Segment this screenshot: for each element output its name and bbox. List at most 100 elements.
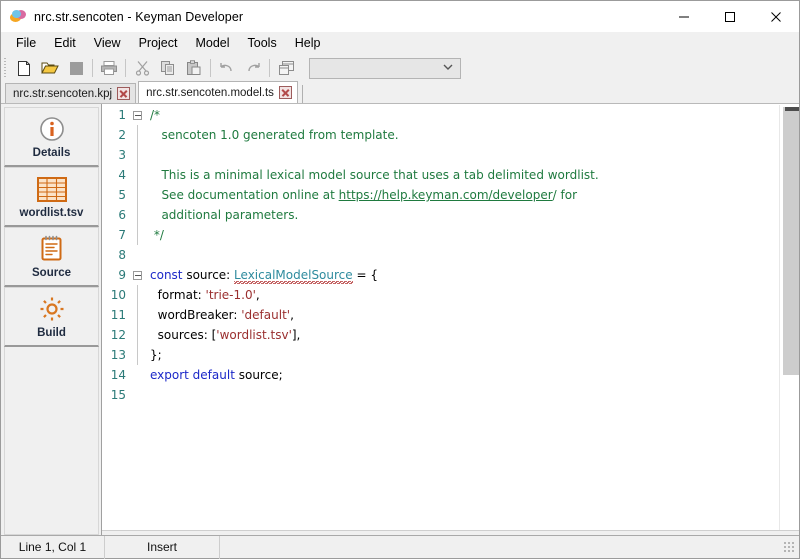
- code-line[interactable]: 4 This is a minimal lexical model source…: [102, 165, 779, 185]
- line-number: 2: [118, 128, 126, 142]
- code-token: /*: [150, 108, 161, 122]
- line-number: 13: [110, 348, 126, 362]
- keyman-developer-window: nrc.str.sencoten - Keyman Developer File…: [0, 0, 800, 559]
- cut-button[interactable]: [129, 56, 155, 80]
- sidebar-item-details[interactable]: Details: [4, 107, 99, 167]
- code-line[interactable]: 10 format: 'trie-1.0',: [102, 285, 779, 305]
- tab-label: nrc.str.sencoten.model.ts: [146, 86, 274, 99]
- close-tab-icon[interactable]: [117, 87, 131, 100]
- code-token: See documentation online at: [150, 188, 339, 202]
- fold-guide-line: [128, 145, 146, 165]
- code-text-area[interactable]: 1 /* 2 sencoten 1.0 generated from templat…: [102, 105, 779, 530]
- code-line[interactable]: 12 sources: ['wordlist.tsv'],: [102, 325, 779, 345]
- code-line[interactable]: 9 const source: LexicalModelSource = {: [102, 265, 779, 285]
- chevron-down-icon: [442, 63, 454, 74]
- new-file-button[interactable]: [11, 56, 37, 80]
- line-number: 11: [110, 308, 126, 322]
- fold-guide-line: [128, 325, 146, 345]
- tab-bar-edge: [301, 85, 303, 103]
- menu-edit[interactable]: Edit: [45, 33, 85, 53]
- code-line-text: sources: ['wordlist.tsv'],: [146, 328, 779, 342]
- code-line-text: /*: [146, 108, 779, 122]
- line-number: 14: [110, 368, 126, 382]
- menu-tools[interactable]: Tools: [239, 33, 286, 53]
- fold-collapse-icon[interactable]: [128, 110, 146, 120]
- code-line[interactable]: 15: [102, 385, 779, 405]
- title-bar: nrc.str.sencoten - Keyman Developer: [1, 1, 799, 32]
- toolbar-combo-box[interactable]: [309, 57, 461, 79]
- line-number: 6: [118, 208, 126, 222]
- sidebar-item-build[interactable]: Build: [4, 287, 99, 347]
- code-line[interactable]: 14 export default source;: [102, 365, 779, 385]
- scrollbar-top-cap: [785, 107, 799, 111]
- tab-project-kpj[interactable]: nrc.str.sencoten.kpj: [5, 83, 137, 103]
- code-token: / for: [552, 188, 578, 202]
- status-bar: Line 1, Col 1 Insert: [1, 535, 799, 559]
- editor-row: 1 /* 2 sencoten 1.0 generated from templat…: [102, 105, 799, 530]
- minimize-button[interactable]: [661, 1, 707, 32]
- code-line[interactable]: 6 additional parameters.: [102, 205, 779, 225]
- toolbar-separator-4: [269, 59, 270, 77]
- status-insert-mode: Insert: [105, 535, 220, 559]
- code-line-text: See documentation online at https://help…: [146, 188, 779, 202]
- save-disk-button[interactable]: [63, 56, 89, 80]
- toolbar-grip[interactable]: [3, 58, 8, 78]
- table-grid-icon: [36, 174, 67, 204]
- resize-grip[interactable]: [782, 540, 796, 554]
- sidebar-item-wordlist[interactable]: wordlist.tsv: [4, 167, 99, 227]
- paste-button[interactable]: [181, 56, 207, 80]
- code-line[interactable]: 5 See documentation online at https://he…: [102, 185, 779, 205]
- code-token: ],: [291, 328, 301, 342]
- close-tab-icon[interactable]: [278, 86, 292, 99]
- sidebar-empty-area: [4, 347, 99, 535]
- document-tab-bar: nrc.str.sencoten.kpj nrc.str.sencoten.mo…: [1, 81, 799, 104]
- redo-arrow-button[interactable]: [240, 56, 266, 80]
- code-token: source;: [234, 368, 283, 382]
- window-controls: [661, 1, 799, 32]
- doc-url-link[interactable]: https://help.keyman.com/developer: [339, 188, 553, 202]
- close-button[interactable]: [753, 1, 799, 32]
- maximize-button[interactable]: [707, 1, 753, 32]
- code-line[interactable]: 2 sencoten 1.0 generated from template.: [102, 125, 779, 145]
- code-line-text: additional parameters.: [146, 208, 779, 222]
- toolbar-separator-3: [210, 59, 211, 77]
- print-button[interactable]: [96, 56, 122, 80]
- tab-model-ts[interactable]: nrc.str.sencoten.model.ts: [138, 81, 298, 103]
- window-title: nrc.str.sencoten - Keyman Developer: [34, 9, 244, 24]
- line-number: 9: [118, 268, 126, 282]
- copy-button[interactable]: [155, 56, 181, 80]
- code-token: ,: [290, 308, 294, 322]
- fold-guide-line: [128, 285, 146, 305]
- code-line[interactable]: 7 */: [102, 225, 779, 245]
- code-line[interactable]: 13};: [102, 345, 779, 365]
- code-line[interactable]: 11 wordBreaker: 'default',: [102, 305, 779, 325]
- vertical-scrollbar[interactable]: [783, 105, 799, 530]
- toolbar-separator-1: [92, 59, 93, 77]
- sidebar-item-source[interactable]: Source: [4, 227, 99, 287]
- code-token: LexicalModelSource: [234, 268, 353, 284]
- menu-view[interactable]: View: [85, 33, 130, 53]
- code-line-text: wordBreaker: 'default',: [146, 308, 779, 322]
- code-line-text: const source: LexicalModelSource = {: [146, 268, 779, 284]
- code-token: = {: [352, 268, 378, 282]
- sidebar-item-label: Details: [32, 147, 71, 159]
- menu-help[interactable]: Help: [286, 33, 330, 53]
- source-editor: 1 /* 2 sencoten 1.0 generated from templat…: [102, 104, 799, 535]
- line-number: 3: [118, 148, 126, 162]
- menu-model[interactable]: Model: [186, 33, 238, 53]
- fold-collapse-icon[interactable]: [128, 270, 146, 280]
- line-number: 7: [118, 228, 126, 242]
- code-line[interactable]: 3: [102, 145, 779, 165]
- menu-file[interactable]: File: [7, 33, 45, 53]
- vertical-scrollbar-thumb[interactable]: [783, 107, 799, 375]
- project-sidebar: Details wordlist.tsv Source Build: [1, 104, 102, 535]
- undo-arrow-button[interactable]: [214, 56, 240, 80]
- cascade-windows-button[interactable]: [273, 56, 299, 80]
- info-circle-icon: [39, 114, 65, 144]
- open-folder-button[interactable]: [37, 56, 63, 80]
- code-line[interactable]: 1 /*: [102, 105, 779, 125]
- menu-project[interactable]: Project: [130, 33, 187, 53]
- status-caret-position: Line 1, Col 1: [1, 535, 105, 559]
- code-line[interactable]: 8: [102, 245, 779, 265]
- line-number: 15: [110, 388, 126, 402]
